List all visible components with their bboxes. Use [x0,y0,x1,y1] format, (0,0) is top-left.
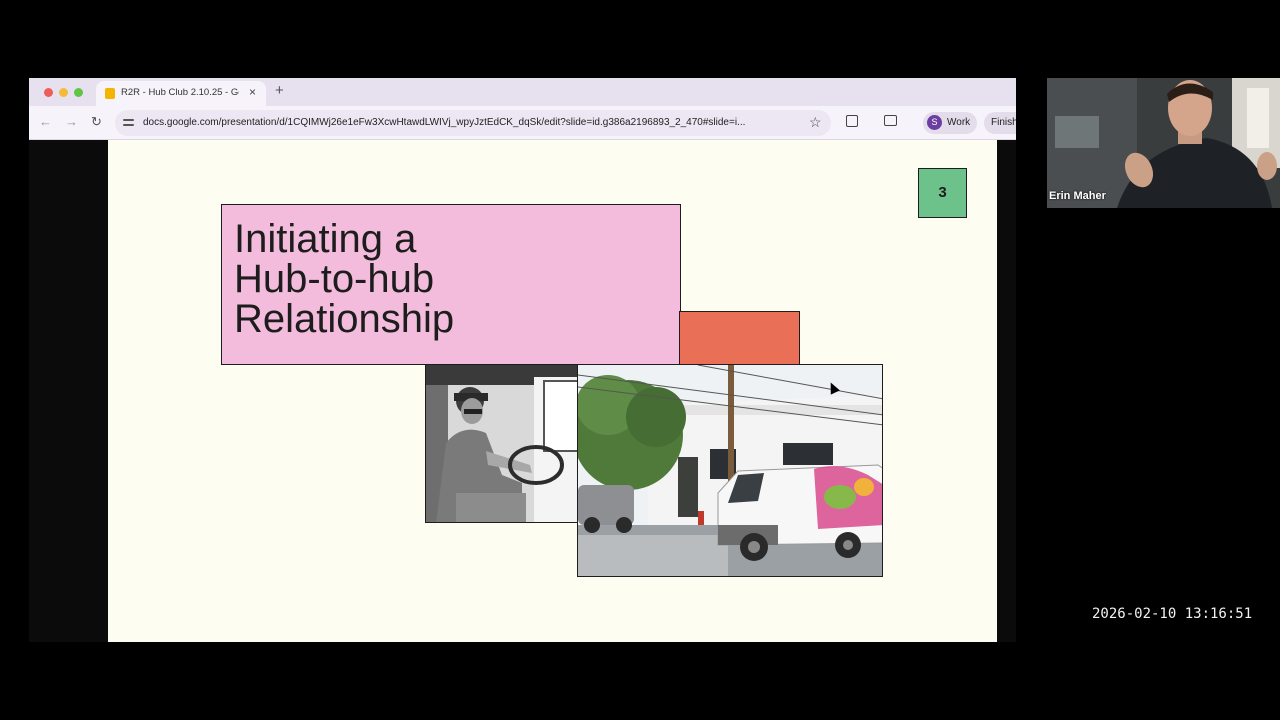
finish-label: Finish [991,117,1016,128]
screen: R2R - Hub Club 2.10.25 - Go × + ← → ↻ do… [0,0,1280,720]
title-box: Initiating a Hub-to-hub Relationship [221,204,681,365]
presentation-viewport: 3 Initiating a Hub-to-hub Relationship [29,140,1016,642]
cast-icon[interactable] [884,115,897,126]
forward-arrow-icon[interactable]: → [65,114,78,130]
reload-icon[interactable]: ↻ [91,114,102,130]
orange-accent-box [679,311,800,365]
browser-toolbar: ← → ↻ docs.google.com/presentation/d/1CQ… [29,106,1016,140]
browser-tab[interactable]: R2R - Hub Club 2.10.25 - Go × [96,81,266,106]
bookmark-star-icon[interactable]: ☆ [809,114,822,130]
minimize-window-button[interactable] [59,88,68,97]
slides-favicon-icon [105,88,115,99]
profile-button[interactable]: S Work [923,112,977,134]
browser-window: R2R - Hub Club 2.10.25 - Go × + ← → ↻ do… [29,78,1016,642]
profile-label: Work [947,117,971,128]
tab-bar: R2R - Hub Club 2.10.25 - Go × + [29,78,1016,106]
finish-button[interactable]: Finish [984,112,1016,134]
avatar: S [927,115,942,130]
slide-number-badge: 3 [918,168,967,218]
maximize-window-button[interactable] [74,88,83,97]
slide[interactable]: 3 Initiating a Hub-to-hub Relationship [108,140,997,642]
participant-name: Erin Maher [1049,190,1106,202]
site-info-icon[interactable] [123,116,136,129]
webcam-feed: Erin Maher [1047,78,1280,208]
new-tab-icon[interactable]: + [275,83,284,99]
back-arrow-icon[interactable]: ← [39,114,52,130]
truck-driver-photo [425,364,581,523]
address-bar[interactable]: docs.google.com/presentation/d/1CQIMWj26… [115,110,831,136]
url-text[interactable]: docs.google.com/presentation/d/1CQIMWj26… [143,117,798,128]
delivery-van-photo [577,364,883,577]
close-window-button[interactable] [44,88,53,97]
recording-timestamp: 2026-02-10 13:16:51 [1092,606,1253,622]
close-tab-icon[interactable]: × [249,85,256,99]
tab-title: R2R - Hub Club 2.10.25 - Go [121,87,239,98]
extensions-icon[interactable] [846,115,858,127]
slide-title: Initiating a Hub-to-hub Relationship [234,217,455,341]
